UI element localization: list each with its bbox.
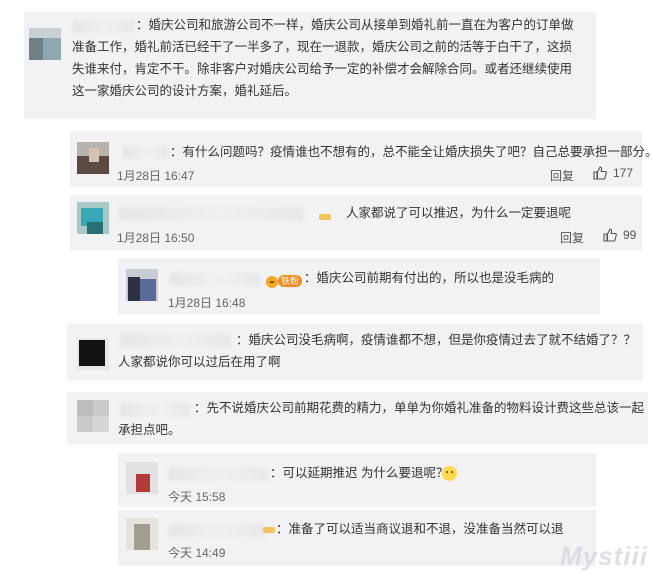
comment-text: ：先不说婚庆公司前期花费的精力，单单为你婚礼准备的物料设计费这些总该一起承担点吧… [118,401,645,437]
comment-text: ：婚庆公司和旅游公司不一样，婚庆公司从接单到婚礼前一直在为客户的订单做准备工作，… [72,18,574,98]
fan-badge: 铁粉 [264,272,303,290]
comment-time: 今天 15:58 [168,490,226,504]
user-name[interactable] [118,207,304,220]
user-name[interactable] [122,146,168,159]
user-name[interactable] [168,467,268,480]
comment-text: ：婚庆公司前期有付出的，所以也是没毛病的 [304,271,555,285]
like-button[interactable]: 99 [603,228,636,242]
heart-icon [266,276,278,288]
user-name[interactable] [170,273,260,286]
comment-time: 1月28日 16:48 [168,296,246,310]
doge-emoji-icon [442,466,457,481]
reply-button[interactable]: 回复 [560,229,584,246]
comment-text: ：婚庆公司没毛病啊，疫情谁都不想，但是你疫情过去了就不结婚了？？人家都说你可以过… [118,333,637,369]
medal-icon [262,523,276,536]
avatar[interactable] [77,202,109,234]
avatar[interactable] [126,269,158,301]
watermark: Mystiii [560,541,648,571]
avatar[interactable] [77,400,109,432]
comment-text: 人家都说了可以推迟，为什么一定要退呢 [346,206,572,220]
like-button[interactable]: 177 [593,166,633,180]
like-count: 177 [613,166,634,180]
avatar[interactable] [126,462,158,494]
reply-button[interactable]: 回复 [550,167,574,184]
comment-text: ：有什么问题吗？疫情谁也不想有的，总不能全让婚庆损失了吧？自己总要承担一部分。 [170,145,652,159]
medal-icon [318,210,332,223]
thumbs-up-icon [593,166,607,180]
avatar[interactable] [126,518,158,550]
comment-text: ：准备了可以适当商议退和不退，没准备当然可以退 [276,522,564,536]
comment-text: ：可以延期推迟 为什么要退呢？ [270,466,449,480]
comment-time: 1月28日 16:50 [117,231,195,245]
like-count: 99 [623,228,637,242]
avatar[interactable] [77,142,109,174]
avatar[interactable] [29,28,61,60]
comment-time: 今天 14:49 [168,546,226,560]
user-name[interactable] [168,524,266,537]
thumbs-up-icon [603,228,617,242]
avatar[interactable] [77,338,109,370]
comment-time: 1月28日 16:47 [117,169,195,183]
